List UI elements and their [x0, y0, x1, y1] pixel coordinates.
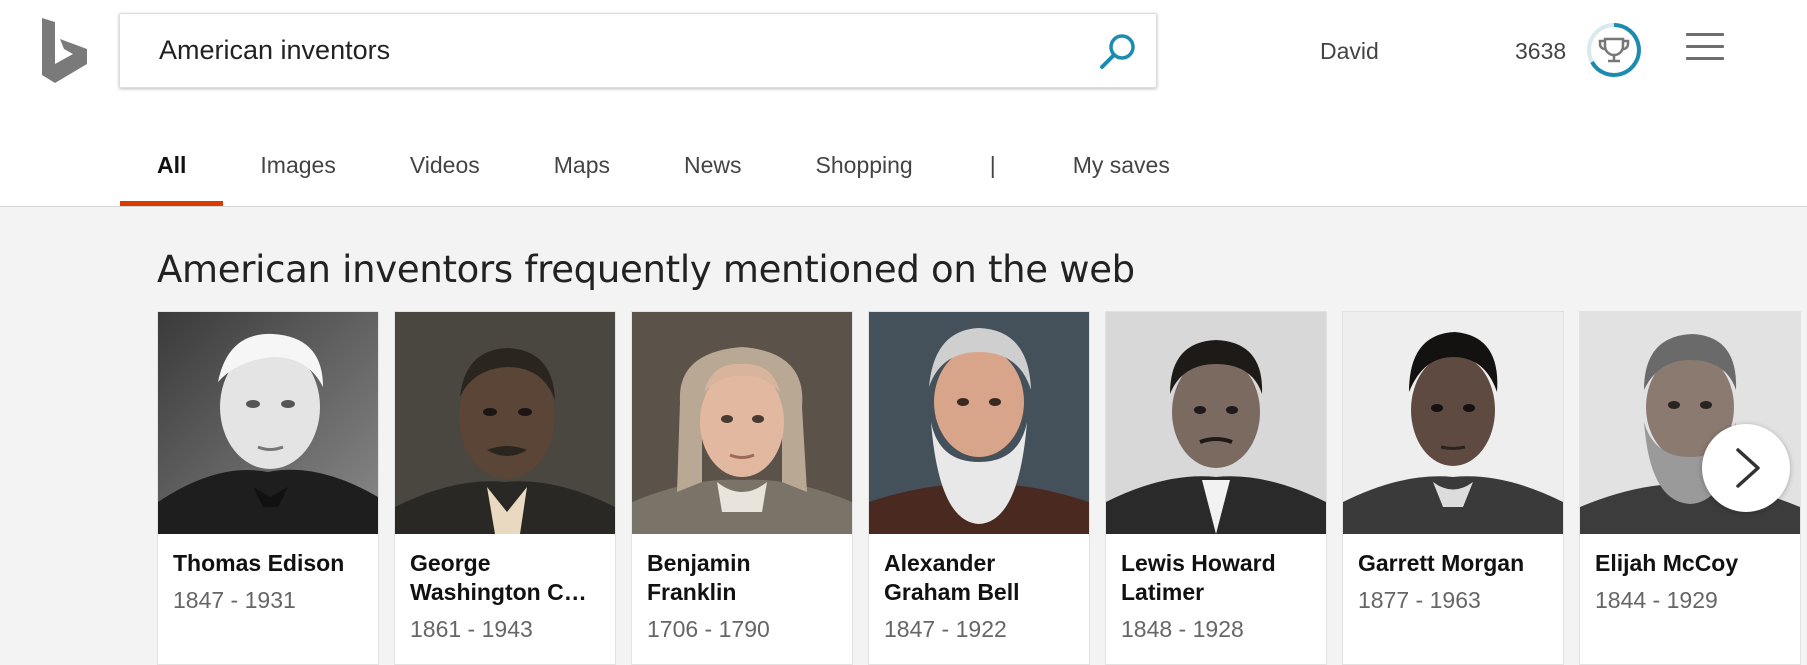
trophy-icon[interactable] — [1586, 22, 1642, 78]
tab-videos[interactable]: Videos — [373, 130, 517, 207]
inventor-name: Garrett Morgan — [1358, 550, 1525, 576]
tab-separator: | — [989, 152, 996, 178]
tab-all[interactable]: All — [120, 130, 224, 207]
carousel-title: American inventors frequently mentioned … — [157, 248, 1135, 291]
inventor-photo — [632, 312, 852, 534]
inventor-years: 1861 - 1943 — [410, 616, 533, 642]
search-box[interactable]: American inventors — [119, 13, 1157, 88]
scope-tabs: All Images Videos Maps News Shopping | M… — [120, 130, 1207, 207]
inventor-photo — [395, 312, 615, 534]
tab-maps[interactable]: Maps — [517, 130, 647, 207]
inventor-name: Thomas Edison — [173, 550, 345, 576]
inventor-years: 1847 - 1931 — [173, 587, 296, 613]
inventor-name: Benjamin Franklin — [647, 550, 751, 605]
inventor-years: 1844 - 1929 — [1595, 587, 1718, 613]
chevron-right-icon — [1736, 448, 1760, 488]
inventor-photo — [158, 312, 378, 534]
inventors-carousel: Thomas Edison 1847 - 1931 George Washing… — [157, 311, 1807, 665]
hamburger-menu-icon[interactable] — [1686, 33, 1724, 67]
inventor-years: 1848 - 1928 — [1121, 616, 1244, 642]
bing-logo-icon[interactable] — [40, 16, 90, 86]
carousel-next-button[interactable] — [1702, 424, 1790, 512]
inventor-card[interactable]: Thomas Edison 1847 - 1931 — [157, 311, 379, 665]
inventor-photo — [869, 312, 1089, 534]
inventor-name: George Washington C… — [410, 550, 587, 605]
inventor-years: 1877 - 1963 — [1358, 587, 1481, 613]
search-icon[interactable] — [1096, 30, 1140, 74]
search-input[interactable]: American inventors — [159, 14, 1059, 87]
rewards-points[interactable]: 3638 — [1515, 38, 1566, 65]
tab-shopping[interactable]: Shopping — [779, 130, 950, 207]
inventor-photo — [1106, 312, 1326, 534]
tab-my-saves[interactable]: My saves — [1036, 130, 1207, 207]
inventor-card[interactable]: George Washington C… 1861 - 1943 — [394, 311, 616, 665]
inventor-card[interactable]: Garrett Morgan 1877 - 1963 — [1342, 311, 1564, 665]
tab-images[interactable]: Images — [223, 130, 372, 207]
inventor-photo — [1343, 312, 1563, 534]
inventor-card[interactable]: Benjamin Franklin 1706 - 1790 — [631, 311, 853, 665]
inventor-name: Lewis Howard Latimer — [1121, 550, 1276, 605]
inventor-card[interactable]: Lewis Howard Latimer 1848 - 1928 — [1105, 311, 1327, 665]
user-name[interactable]: David — [1320, 38, 1379, 65]
inventor-years: 1847 - 1922 — [884, 616, 1007, 642]
tab-news[interactable]: News — [647, 130, 779, 207]
inventor-name: Elijah McCoy — [1595, 550, 1739, 576]
inventor-years: 1706 - 1790 — [647, 616, 770, 642]
inventor-card[interactable]: Alexander Graham Bell 1847 - 1922 — [868, 311, 1090, 665]
inventor-name: Alexander Graham Bell — [884, 550, 1020, 605]
